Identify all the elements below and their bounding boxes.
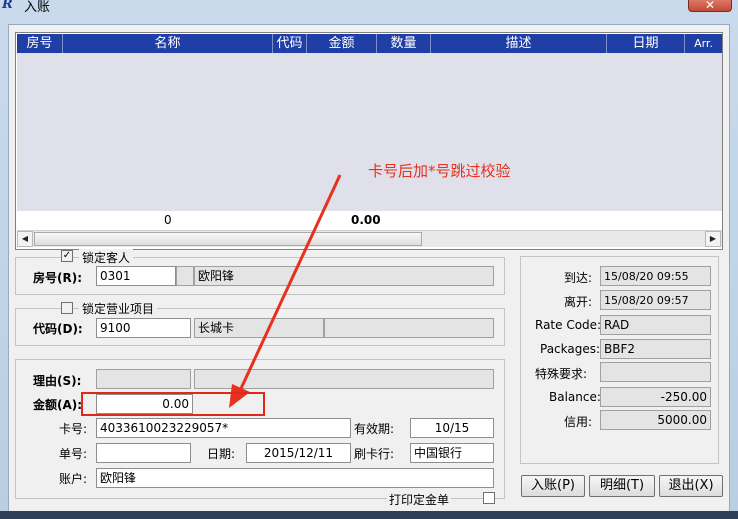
annotation-arrow — [229, 174, 342, 408]
background-strip — [0, 511, 738, 519]
post-charge-window: R 入账 ✕ 房号 名称 代码 金额 数量 描述 日期 Arr. 0 0.00 … — [0, 0, 738, 519]
annotation-highlight-box — [81, 392, 265, 416]
